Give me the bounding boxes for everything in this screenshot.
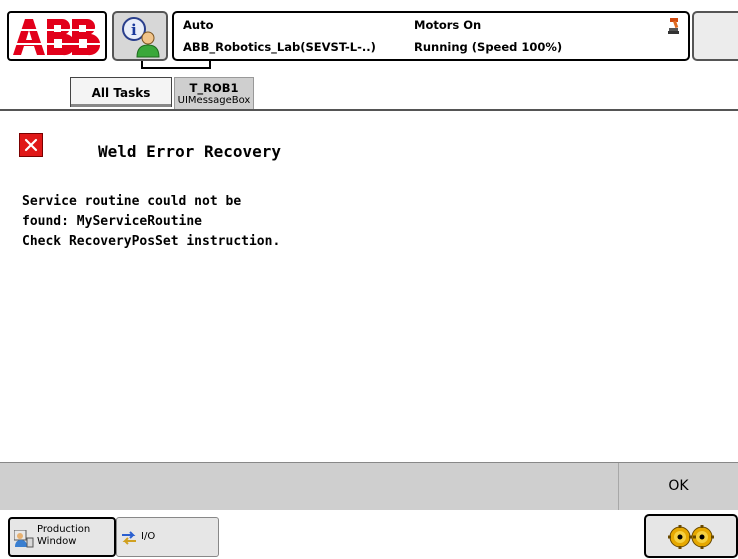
tab-all-tasks[interactable]: All Tasks <box>70 77 172 107</box>
io-arrows-icon <box>122 531 136 545</box>
command-bar: OK <box>0 462 738 510</box>
status-panel[interactable]: Auto ABB_Robotics_Lab(SEVST-L-..) Motors… <box>172 11 690 61</box>
io-label: I/O <box>141 531 156 542</box>
task-name: T_ROB1 <box>189 81 239 95</box>
motors-state: Motors On <box>414 18 482 32</box>
info-user-icon: i <box>122 17 160 58</box>
message-line: Check RecoveryPosSet instruction. <box>22 234 281 249</box>
error-icon <box>19 133 43 157</box>
production-label-line2: Window <box>37 536 77 547</box>
robot-status-icon <box>668 18 679 34</box>
production-window-button[interactable]: Production Window <box>8 517 116 557</box>
production-window-icon <box>14 530 34 548</box>
message-line: Service routine could not be <box>22 194 242 209</box>
quickset-gears-icon <box>668 525 714 549</box>
program-state: Running (Speed 100%) <box>414 40 563 54</box>
production-label-line1: Production <box>37 524 91 535</box>
io-button[interactable]: I/O <box>116 517 219 557</box>
status-bar: i Auto ABB_Robotics_Lab(SEVST-L-..) Moto… <box>0 0 738 66</box>
quickset-button[interactable] <box>644 514 738 558</box>
operating-mode: Auto <box>183 18 214 32</box>
abb-logo-icon <box>11 18 105 56</box>
message-line: found: MyServiceRoutine <box>22 214 203 229</box>
tab-divider <box>0 109 738 111</box>
abb-menu-button[interactable] <box>7 11 107 61</box>
close-panel-button[interactable] <box>692 11 738 61</box>
user-info-button[interactable]: i <box>112 11 168 61</box>
task-subtitle: UIMessageBox <box>177 95 251 106</box>
message-title: Weld Error Recovery <box>98 142 282 161</box>
taskbar: Production Window I/O <box>0 510 738 559</box>
production-window-label: Production Window <box>37 524 90 548</box>
system-name: ABB_Robotics_Lab(SEVST-L-..) <box>183 40 376 54</box>
task-connector-line <box>141 61 211 69</box>
svg-text:i: i <box>131 21 137 39</box>
tab-all-tasks-label: All Tasks <box>91 86 151 100</box>
tab-t-rob1[interactable]: T_ROB1 UIMessageBox <box>174 77 254 110</box>
ok-button[interactable]: OK <box>618 463 738 510</box>
message-body: Service routine could not be found: MySe… <box>22 192 280 252</box>
